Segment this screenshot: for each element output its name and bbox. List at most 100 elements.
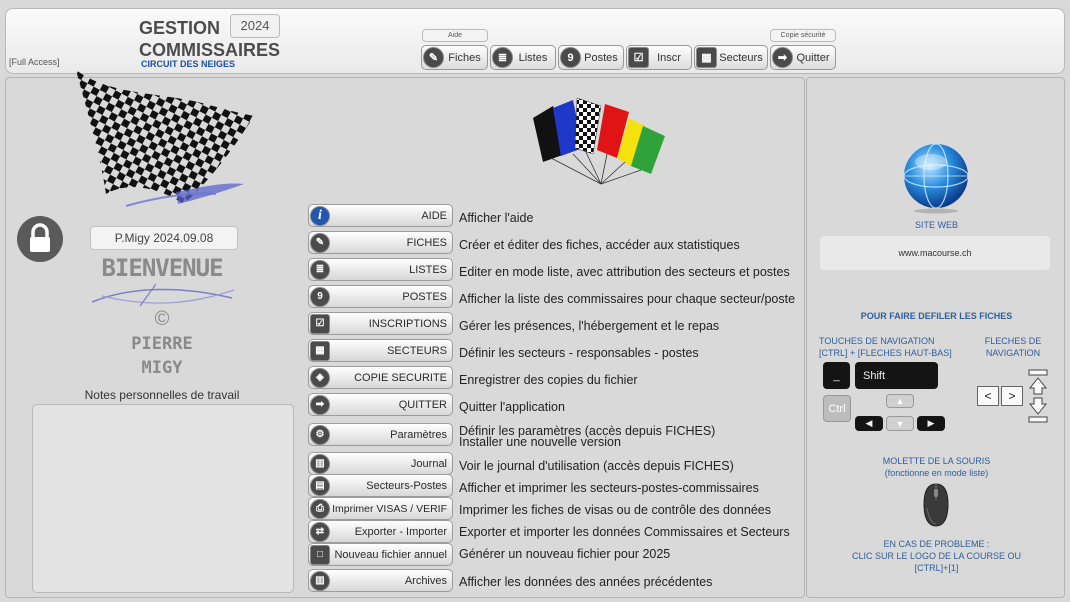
menu-quitter-label: QUITTER: [398, 398, 447, 411]
pen-icon: ✎: [423, 47, 444, 68]
menu-exporter-importer-button[interactable]: ⇄ Exporter - Importer: [308, 520, 453, 543]
toolbar-inscr-label: Inscr: [657, 51, 681, 64]
menu-nouveau-fichier-label: Nouveau fichier annuel: [334, 548, 447, 561]
title-line-2: COMMISSAIRES: [139, 40, 281, 60]
menu-postes-label: POSTES: [402, 290, 447, 303]
mouse-wheel-line-1: MOLETTE DE LA SOURIS: [882, 456, 991, 466]
copie-securite-button[interactable]: Copie sécurité: [770, 29, 836, 42]
prev-record-button[interactable]: <: [977, 386, 999, 406]
toolbar-secteurs-label: Secteurs: [719, 51, 763, 64]
menu-inscriptions-button[interactable]: ☑ INSCRIPTIONS: [308, 312, 453, 335]
menu-archives-button[interactable]: ▥ Archives: [308, 569, 453, 592]
menu-fiches-button[interactable]: ✎ FICHES: [308, 231, 453, 254]
menu-aide-button[interactable]: i AIDE: [308, 204, 453, 227]
ctrl-key-icon: Ctrl: [823, 395, 851, 422]
menu-quitter-description: Quitter l'application: [459, 400, 565, 414]
next-record-button[interactable]: >: [1001, 386, 1023, 406]
bienvenue-logo: BIENVENUE: [82, 254, 242, 313]
problem-line-1: EN CAS DE PROBLEME :: [883, 539, 990, 549]
menu-imprimer-visas-description: Imprimer les fiches de visas ou de contr…: [459, 503, 771, 517]
menu-journal-label: Journal: [410, 457, 447, 470]
menu-parametres-description-2: Installer une nouvelle version: [459, 435, 621, 449]
book-icon: ▥: [310, 570, 330, 591]
copyright-symbol: ©: [154, 308, 170, 330]
checkbox-icon: ☑: [628, 47, 649, 68]
toolbar-listes-label: Listes: [518, 51, 548, 64]
menu-parametres-button[interactable]: ⚙ Paramètres: [308, 423, 453, 446]
toolbar-quitter-button[interactable]: ➡ Quitter: [770, 45, 836, 70]
menu-inscriptions-label: INSCRIPTIONS: [368, 317, 447, 330]
menu-listes-label: LISTES: [409, 263, 447, 276]
nav-keys-line-1: TOUCHES DE NAVIGATION: [819, 336, 935, 346]
nav-keys-label: TOUCHES DE NAVIGATION [CTRL] + [FLECHES …: [819, 335, 959, 359]
grid-icon: ▦: [696, 47, 717, 68]
nav-keys-line-2: [CTRL] + [FLECHES HAUT-BAS]: [819, 348, 952, 358]
menu-quitter-button[interactable]: ➡ QUITTER: [308, 393, 453, 416]
exit-arrow-icon: ➡: [772, 47, 793, 68]
exchange-icon: ⇄: [310, 521, 330, 542]
menu-secteurs-button[interactable]: ▦ SECTEURS: [308, 339, 453, 362]
year-field[interactable]: 2024: [230, 14, 280, 38]
scroll-title: POUR FAIRE DEFILER LES FICHES: [860, 311, 1013, 321]
notes-textarea[interactable]: [32, 404, 294, 593]
toolbar-postes-label: Postes: [584, 51, 618, 64]
menu-archives-description: Afficher les données des années précéden…: [459, 575, 713, 589]
menu-postes-description: Afficher la liste des commissaires pour …: [459, 292, 796, 306]
toolbar-fiches-button[interactable]: ✎ Fiches: [421, 45, 488, 70]
race-flags-logo: [533, 97, 665, 185]
lock-icon[interactable]: [17, 216, 63, 262]
up-key-icon: ▲: [886, 394, 914, 408]
gear-icon: ⚙: [310, 424, 330, 445]
menu-secteurs-label: SECTEURS: [387, 344, 447, 357]
number-9-icon: 9: [560, 47, 581, 68]
printer-icon: ⎙: [310, 498, 330, 519]
toolbar-postes-button[interactable]: 9 Postes: [558, 45, 624, 70]
aide-button[interactable]: Aide: [422, 29, 488, 42]
menu-nouveau-fichier-button[interactable]: □ Nouveau fichier annuel: [308, 543, 453, 566]
menu-archives-label: Archives: [404, 574, 447, 587]
menu-secteurs-postes-button[interactable]: ▤ Secteurs-Postes: [308, 474, 453, 497]
problem-line-3: [CTRL]+[1]: [914, 563, 959, 573]
menu-exporter-importer-label: Exporter - Importer: [354, 525, 447, 538]
toolbar-inscr-button[interactable]: ☑ Inscr: [626, 45, 692, 70]
grid-icon: ▦: [310, 340, 330, 361]
menu-copie-securite-button[interactable]: ◈ COPIE SECURITE: [308, 366, 453, 389]
swoosh-decoration: [91, 283, 235, 307]
nav-arrows-label: FLECHES DE NAVIGATION: [977, 335, 1049, 359]
scroll-arrows-icon[interactable]: [1027, 368, 1049, 424]
menu-aide-label: AIDE: [421, 209, 447, 222]
menu-imprimer-visas-button[interactable]: ⎙ Imprimer VISAS / VERIF: [308, 497, 453, 520]
book-icon: ▥: [310, 453, 330, 474]
menu-copie-securite-description: Enregistrer des copies du fichier: [459, 373, 638, 387]
menu-aide-description: Afficher l'aide: [459, 211, 534, 225]
globe-icon[interactable]: [901, 142, 971, 214]
welcome-text: BIENVENUE: [101, 254, 223, 282]
menu-inscriptions-description: Gérer les présences, l'hébergement et le…: [459, 319, 720, 333]
toolbar-quitter-label: Quitter: [796, 51, 830, 64]
copy-icon: ◈: [310, 367, 330, 388]
website-url[interactable]: www.macourse.ch: [820, 236, 1050, 270]
exit-arrow-icon: ➡: [310, 394, 330, 415]
author-version: P.Migy 2024.09.08: [90, 226, 238, 250]
site-web-label[interactable]: SITE WEB: [807, 219, 1066, 231]
checkered-flag-logo[interactable]: [66, 64, 261, 214]
menu-exporter-importer-description: Exporter et importer les données Commiss…: [459, 525, 790, 539]
mouse-wheel-line-2: (fonctionne en mode liste): [884, 468, 989, 478]
toolbar-fiches-label: Fiches: [448, 51, 481, 64]
toolbar-secteurs-button[interactable]: ▦ Secteurs: [694, 45, 768, 70]
toolbar-listes-button[interactable]: ≣ Listes: [490, 45, 556, 70]
menu-postes-button[interactable]: 9 POSTES: [308, 285, 453, 308]
menu-fiches-description: Créer et éditer des fiches, accéder aux …: [459, 238, 740, 252]
left-key-icon: ◀: [855, 416, 883, 431]
number-9-icon: 9: [310, 286, 330, 307]
down-key-icon: ▼: [886, 416, 914, 431]
menu-copie-securite-label: COPIE SECURITE: [354, 371, 447, 384]
shift-key-icon: Shift: [855, 362, 938, 389]
menu-listes-button[interactable]: ≣ LISTES: [308, 258, 453, 281]
nav-arrows-line-2: NAVIGATION: [985, 348, 1041, 358]
key-underscore-icon: _: [823, 362, 850, 389]
menu-journal-button[interactable]: ▥ Journal: [308, 452, 453, 475]
menu-fiches-label: FICHES: [406, 236, 447, 249]
menu-imprimer-visas-label: Imprimer VISAS / VERIF: [332, 502, 447, 515]
pen-icon: ✎: [310, 232, 330, 253]
